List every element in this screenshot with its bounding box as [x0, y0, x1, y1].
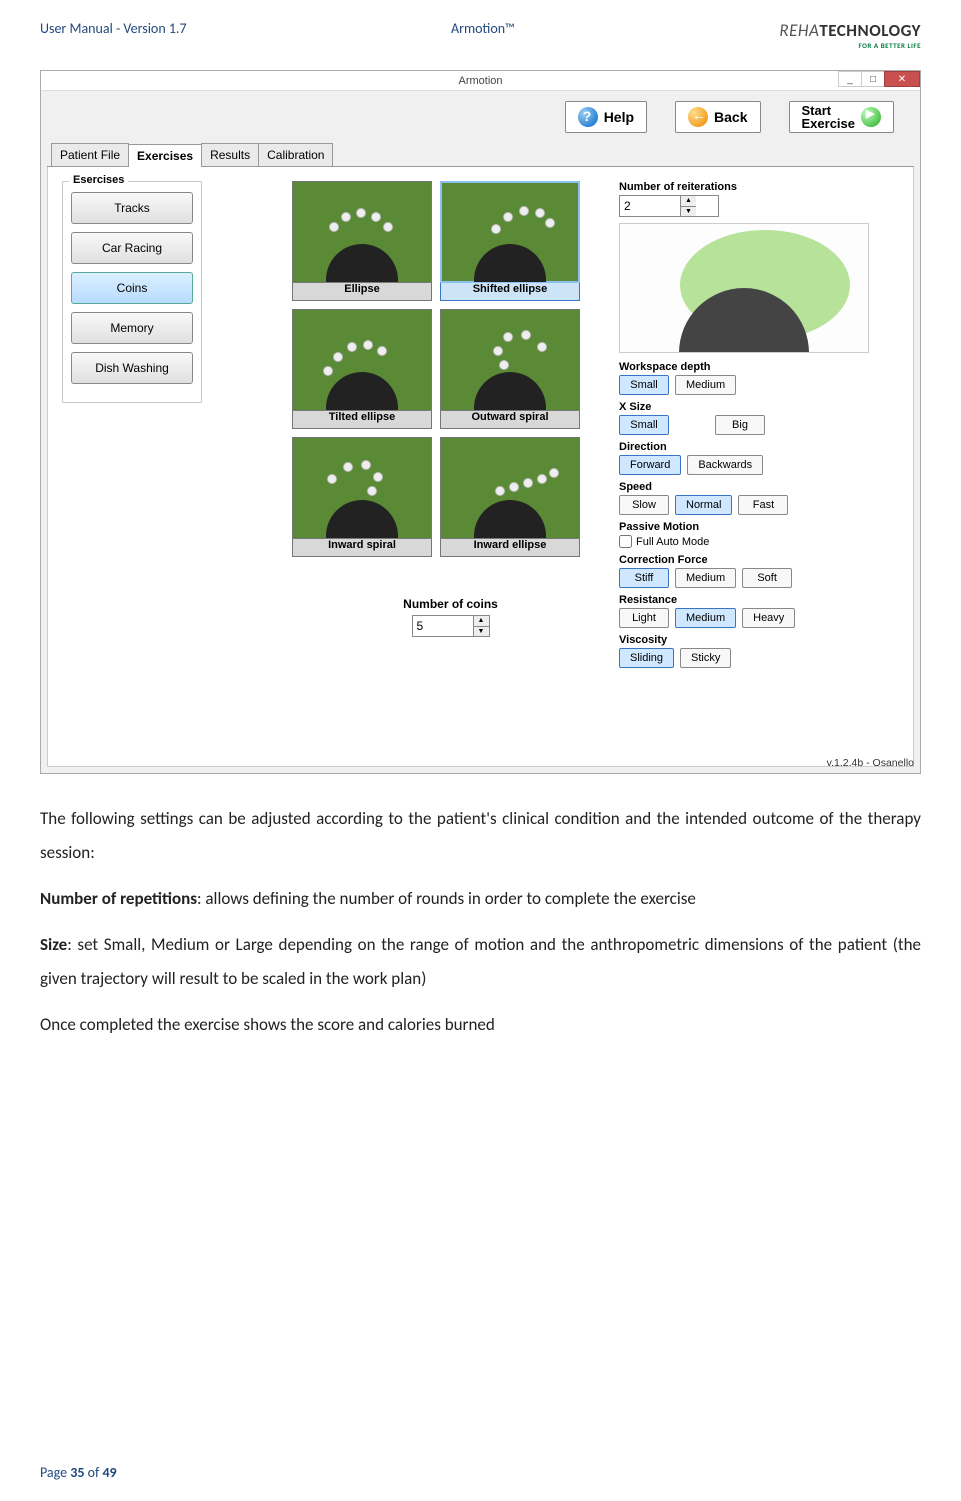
- help-label: Help: [604, 109, 634, 125]
- full-auto-mode-checkbox[interactable]: Full Auto Mode: [619, 535, 899, 548]
- window-title: Armotion: [458, 75, 502, 87]
- start-icon: [861, 107, 881, 127]
- start-label: StartExercise: [802, 104, 856, 130]
- reiterations-label: Number of reiterations: [619, 181, 899, 193]
- direction-backwards[interactable]: Backwards: [687, 455, 763, 475]
- para-score: Once completed the exercise shows the sc…: [40, 1008, 921, 1042]
- back-button[interactable]: Back: [675, 101, 760, 133]
- tile-inward-spiral[interactable]: Inward spiral: [292, 437, 432, 557]
- speed-normal[interactable]: Normal: [675, 495, 732, 515]
- tile-outward-caption: Outward spiral: [440, 411, 580, 429]
- spinner-down-icon[interactable]: ▼: [474, 627, 489, 637]
- tile-inward-ellipse-caption: Inward ellipse: [440, 539, 580, 557]
- vis-sliding[interactable]: Sliding: [619, 648, 674, 668]
- back-icon: [688, 107, 708, 127]
- number-of-coins-input[interactable]: [413, 616, 473, 636]
- cf-medium[interactable]: Medium: [675, 568, 736, 588]
- direction-forward[interactable]: Forward: [619, 455, 681, 475]
- tile-outward-spiral[interactable]: Outward spiral: [440, 309, 580, 429]
- number-of-coins-spinner[interactable]: ▲▼: [412, 615, 490, 637]
- speed-fast[interactable]: Fast: [738, 495, 788, 515]
- reiterations-input[interactable]: [620, 196, 680, 216]
- help-icon: [578, 107, 598, 127]
- vis-sticky[interactable]: Sticky: [680, 648, 731, 668]
- viscosity-label: Viscosity: [619, 634, 899, 646]
- para-size: Size: set Small, Medium or Large dependi…: [40, 928, 921, 996]
- xsize-big[interactable]: Big: [715, 415, 765, 435]
- exercise-tracks[interactable]: Tracks: [71, 192, 193, 224]
- exercises-group-title: Esercises: [69, 174, 128, 186]
- exercise-dish-washing[interactable]: Dish Washing: [71, 352, 193, 384]
- tile-inward-ellipse[interactable]: Inward ellipse: [440, 437, 580, 557]
- full-auto-mode-label: Full Auto Mode: [636, 536, 709, 548]
- res-medium[interactable]: Medium: [675, 608, 736, 628]
- cf-soft[interactable]: Soft: [742, 568, 792, 588]
- logo: REHATECHNOLOGY FOR A BETTER LIFE: [779, 20, 921, 50]
- tile-inward-spiral-caption: Inward spiral: [292, 539, 432, 557]
- title-bar: Armotion _ □ ✕: [41, 71, 920, 91]
- help-button[interactable]: Help: [565, 101, 647, 133]
- workspace-depth-label: Workspace depth: [619, 361, 899, 373]
- full-auto-mode-input[interactable]: [619, 535, 632, 548]
- tile-ellipse[interactable]: Ellipse: [292, 181, 432, 301]
- tile-shifted-ellipse[interactable]: Shifted ellipse: [440, 181, 580, 301]
- tile-shifted-caption: Shifted ellipse: [440, 283, 580, 301]
- exercises-group: Esercises Tracks Car Racing Coins Memory…: [62, 181, 202, 403]
- tab-patient-file[interactable]: Patient File: [51, 143, 129, 166]
- depth-medium[interactable]: Medium: [675, 375, 736, 395]
- speed-slow[interactable]: Slow: [619, 495, 669, 515]
- resistance-label: Resistance: [619, 594, 899, 606]
- passive-motion-label: Passive Motion: [619, 521, 899, 533]
- version-label: v.1.2.4b - Osanello: [827, 757, 914, 769]
- body-text: The following settings can be adjusted a…: [40, 802, 921, 1042]
- exercise-car-racing[interactable]: Car Racing: [71, 232, 193, 264]
- res-light[interactable]: Light: [619, 608, 669, 628]
- start-exercise-button[interactable]: StartExercise: [789, 101, 895, 133]
- xsize-small[interactable]: Small: [619, 415, 669, 435]
- back-label: Back: [714, 109, 747, 125]
- correction-force-label: Correction Force: [619, 554, 899, 566]
- xsize-label: X Size: [619, 401, 899, 413]
- depth-small[interactable]: Small: [619, 375, 669, 395]
- close-icon[interactable]: ✕: [884, 71, 920, 87]
- tab-results[interactable]: Results: [201, 143, 259, 166]
- tile-ellipse-caption: Ellipse: [292, 283, 432, 301]
- reiterations-spinner[interactable]: ▲▼: [619, 195, 719, 217]
- tab-calibration[interactable]: Calibration: [258, 143, 333, 166]
- exercise-coins[interactable]: Coins: [71, 272, 193, 304]
- tab-exercises[interactable]: Exercises: [128, 144, 202, 167]
- tile-tilted-caption: Tilted ellipse: [292, 411, 432, 429]
- exercise-memory[interactable]: Memory: [71, 312, 193, 344]
- spinner-up-icon[interactable]: ▲: [681, 196, 696, 207]
- maximize-icon[interactable]: □: [861, 71, 885, 87]
- tile-tilted-ellipse[interactable]: Tilted ellipse: [292, 309, 432, 429]
- res-heavy[interactable]: Heavy: [742, 608, 795, 628]
- header-left: User Manual - Version 1.7: [40, 20, 187, 37]
- speed-label: Speed: [619, 481, 899, 493]
- trajectory-preview: [619, 223, 869, 353]
- direction-label: Direction: [619, 441, 899, 453]
- para-intro: The following settings can be adjusted a…: [40, 802, 921, 870]
- spinner-up-icon[interactable]: ▲: [474, 616, 489, 627]
- app-screenshot: Armotion _ □ ✕ Help Back StartExercise P…: [40, 70, 921, 774]
- number-of-coins-label: Number of coins: [292, 597, 609, 611]
- page-header: User Manual - Version 1.7 Armotion™ REHA…: [40, 20, 921, 50]
- cf-stiff[interactable]: Stiff: [619, 568, 669, 588]
- spinner-down-icon[interactable]: ▼: [681, 207, 696, 217]
- page-footer: Page 35 of 49: [40, 1464, 117, 1481]
- logo-sub: FOR A BETTER LIFE: [779, 41, 921, 50]
- minimize-icon[interactable]: _: [838, 71, 862, 87]
- header-center: Armotion™: [451, 20, 515, 37]
- logo-reha: REHA: [779, 20, 819, 41]
- para-repetitions: Number of repetitions: allows defining t…: [40, 882, 921, 916]
- logo-tech: TECHNOLOGY: [819, 20, 921, 41]
